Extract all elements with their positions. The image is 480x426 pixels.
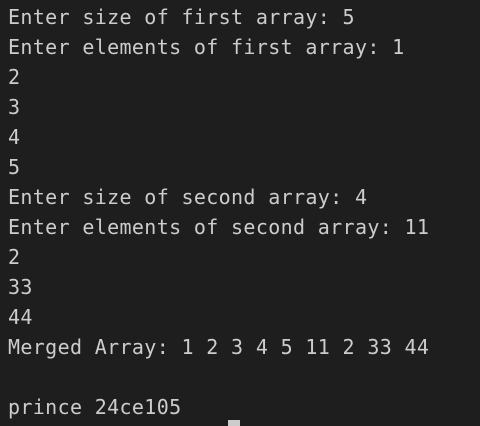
output-line: 33 — [8, 275, 33, 299]
output-line: 3 — [8, 95, 21, 119]
text-cursor — [228, 420, 240, 426]
output-line: 44 — [8, 305, 33, 329]
output-line: Enter size of first array: 5 — [8, 5, 355, 29]
output-line: 4 — [8, 125, 21, 149]
output-line: 2 — [8, 245, 21, 269]
terminal-output[interactable]: Enter size of first array: 5 Enter eleme… — [0, 0, 480, 426]
output-line: Enter elements of second array: 11 — [8, 215, 430, 239]
output-line: Enter elements of first array: 1 — [8, 35, 405, 59]
output-line: Enter size of second array: 4 — [8, 185, 368, 209]
output-line: prince 24ce105 — [8, 395, 182, 419]
output-line: 2 — [8, 65, 21, 89]
output-line: 5 — [8, 155, 21, 179]
merged-array-line: Merged Array: 1 2 3 4 5 11 2 33 44 — [8, 335, 430, 359]
